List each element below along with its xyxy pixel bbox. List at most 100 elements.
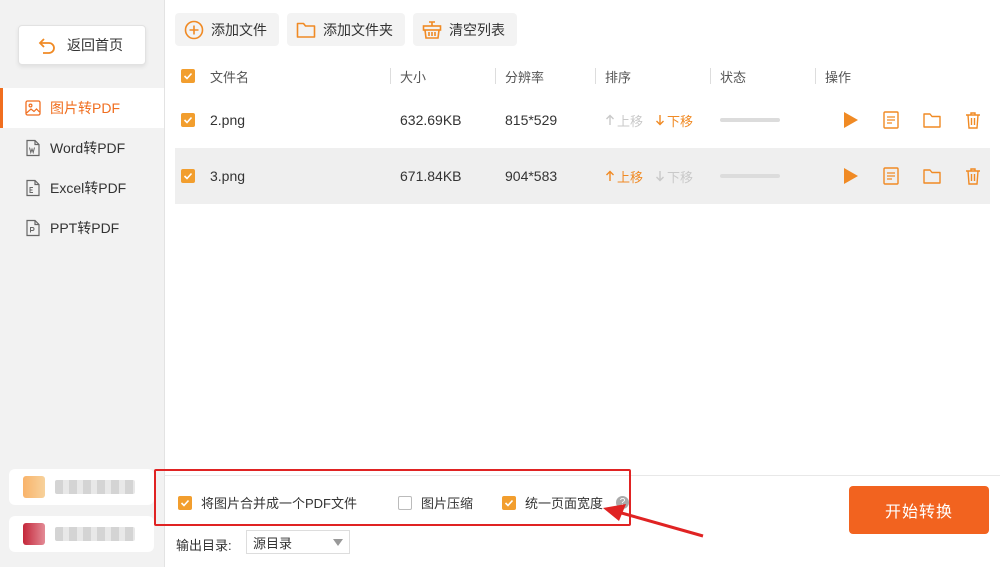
document-icon[interactable] (881, 166, 901, 186)
compress-checkbox[interactable] (398, 495, 412, 510)
compress-option[interactable]: 图片压缩 (398, 493, 473, 512)
header-name: 文件名 (210, 69, 250, 85)
sidebar-ad-2[interactable] (9, 516, 154, 552)
sidebar-nav: 图片转PDF Word转PDF Excel转PDF PPT转PDF (0, 88, 164, 248)
excel-file-icon (26, 179, 40, 197)
progress-bar (720, 174, 780, 178)
status-cell (720, 92, 825, 148)
move-down-label: 下移 (667, 113, 694, 129)
output-dir-label: 输出目录: (176, 538, 232, 553)
ops-cell (825, 148, 990, 204)
file-size: 671.84KB (400, 168, 462, 184)
sidebar-item-excel-to-pdf[interactable]: Excel转PDF (0, 168, 164, 208)
options-highlight-box: 将图片合并成一个PDF文件 图片压缩 统一页面宽度 ? (154, 469, 631, 526)
header-sort: 排序 (595, 60, 720, 92)
folder-icon (296, 22, 316, 38)
sidebar-item-ppt-to-pdf[interactable]: PPT转PDF (0, 208, 164, 248)
sidebar-item-label: 图片转PDF (50, 100, 120, 116)
toolbar: 添加文件 添加文件夹 清空列表 (175, 13, 517, 46)
row-checkbox[interactable] (181, 169, 195, 183)
move-up-button[interactable]: 上移 (605, 167, 643, 186)
sidebar-item-label: PPT转PDF (50, 220, 120, 236)
header-size: 大小 (390, 60, 505, 92)
add-file-label: 添加文件 (211, 21, 267, 38)
output-dir-select[interactable]: 源目录 (246, 530, 350, 554)
move-down-button[interactable]: 下移 (655, 111, 693, 130)
clear-list-button[interactable]: 清空列表 (413, 13, 517, 46)
trash-icon[interactable] (963, 110, 983, 130)
progress-bar (720, 118, 780, 122)
ops-cell (825, 92, 990, 148)
clear-list-label: 清空列表 (449, 21, 505, 38)
document-icon[interactable] (881, 110, 901, 130)
merge-label: 将图片合并成一个PDF文件 (201, 496, 358, 511)
move-down-label: 下移 (667, 169, 694, 185)
sidebar-ad-1[interactable] (9, 469, 154, 505)
arrow-down-icon (656, 115, 665, 126)
select-all-checkbox[interactable] (181, 69, 195, 83)
output-dir-value: 源目录 (253, 535, 293, 551)
arrow-down-icon (656, 171, 665, 182)
check-icon (504, 499, 514, 507)
sidebar-item-label: Excel转PDF (50, 180, 127, 196)
move-down-button[interactable]: 下移 (655, 167, 693, 186)
compress-label: 图片压缩 (421, 496, 474, 511)
file-table: 文件名 大小 分辨率 排序 状态 操作 2.png 632.69KB 815*5… (175, 60, 990, 204)
chevron-down-icon (333, 539, 343, 546)
ad-logo (23, 523, 45, 545)
add-folder-label: 添加文件夹 (323, 21, 393, 38)
arrow-up-icon (606, 114, 614, 125)
check-icon (180, 499, 190, 507)
merge-option[interactable]: 将图片合并成一个PDF文件 (178, 493, 357, 512)
sidebar-item-image-to-pdf[interactable]: 图片转PDF (0, 88, 164, 128)
header-ops: 操作 (815, 60, 990, 92)
back-home-label: 返回首页 (67, 37, 123, 53)
trash-icon[interactable] (963, 166, 983, 186)
row-checkbox[interactable] (181, 113, 195, 127)
header-status: 状态 (710, 60, 825, 92)
row-check-cell (175, 148, 210, 204)
play-icon[interactable] (840, 110, 860, 130)
sidebar-item-label: Word转PDF (50, 140, 126, 156)
folder-icon[interactable] (922, 166, 942, 186)
file-size: 632.69KB (400, 112, 462, 128)
header-resolution: 分辨率 (495, 60, 605, 92)
ad-blurred-text (55, 480, 135, 494)
file-resolution: 904*583 (505, 168, 558, 184)
word-file-icon (26, 139, 40, 157)
sort-cell: 上移 下移 (605, 148, 720, 204)
sidebar: 返回首页 图片转PDF Word转PDF Excel转PDF PPT转PDF (0, 0, 165, 567)
status-cell (720, 148, 825, 204)
back-arrow-icon (38, 38, 55, 54)
back-home-button[interactable]: 返回首页 (18, 25, 146, 65)
folder-icon[interactable] (922, 110, 942, 130)
table-header: 文件名 大小 分辨率 排序 状态 操作 (175, 60, 990, 92)
merge-checkbox[interactable] (178, 495, 192, 510)
table-row[interactable]: 3.png 671.84KB 904*583 上移 下移 (175, 148, 990, 204)
move-up-button[interactable]: 上移 (605, 111, 643, 130)
move-up-label: 上移 (617, 113, 644, 129)
file-resolution: 815*529 (505, 112, 558, 128)
uniform-width-label: 统一页面宽度 (525, 496, 604, 511)
play-icon[interactable] (840, 166, 860, 186)
check-icon (183, 172, 193, 180)
select-all-cell (175, 60, 210, 92)
file-name: 2.png (210, 112, 246, 128)
plus-circle-icon (184, 20, 204, 39)
table-row[interactable]: 2.png 632.69KB 815*529 上移 下移 (175, 92, 990, 148)
uniform-width-checkbox[interactable] (502, 495, 516, 510)
basket-icon (422, 20, 442, 39)
uniform-width-option[interactable]: 统一页面宽度 ? (502, 493, 629, 512)
sort-cell: 上移 下移 (605, 92, 720, 148)
help-icon[interactable]: ? (616, 496, 629, 509)
move-up-label: 上移 (617, 169, 644, 185)
add-folder-button[interactable]: 添加文件夹 (287, 13, 405, 46)
add-file-button[interactable]: 添加文件 (175, 13, 279, 46)
start-convert-button[interactable]: 开始转换 (849, 486, 989, 534)
ad-logo (23, 476, 45, 498)
sidebar-item-word-to-pdf[interactable]: Word转PDF (0, 128, 164, 168)
file-name: 3.png (210, 168, 246, 184)
image-file-icon (25, 100, 41, 116)
check-icon (183, 116, 193, 124)
check-icon (183, 72, 193, 80)
